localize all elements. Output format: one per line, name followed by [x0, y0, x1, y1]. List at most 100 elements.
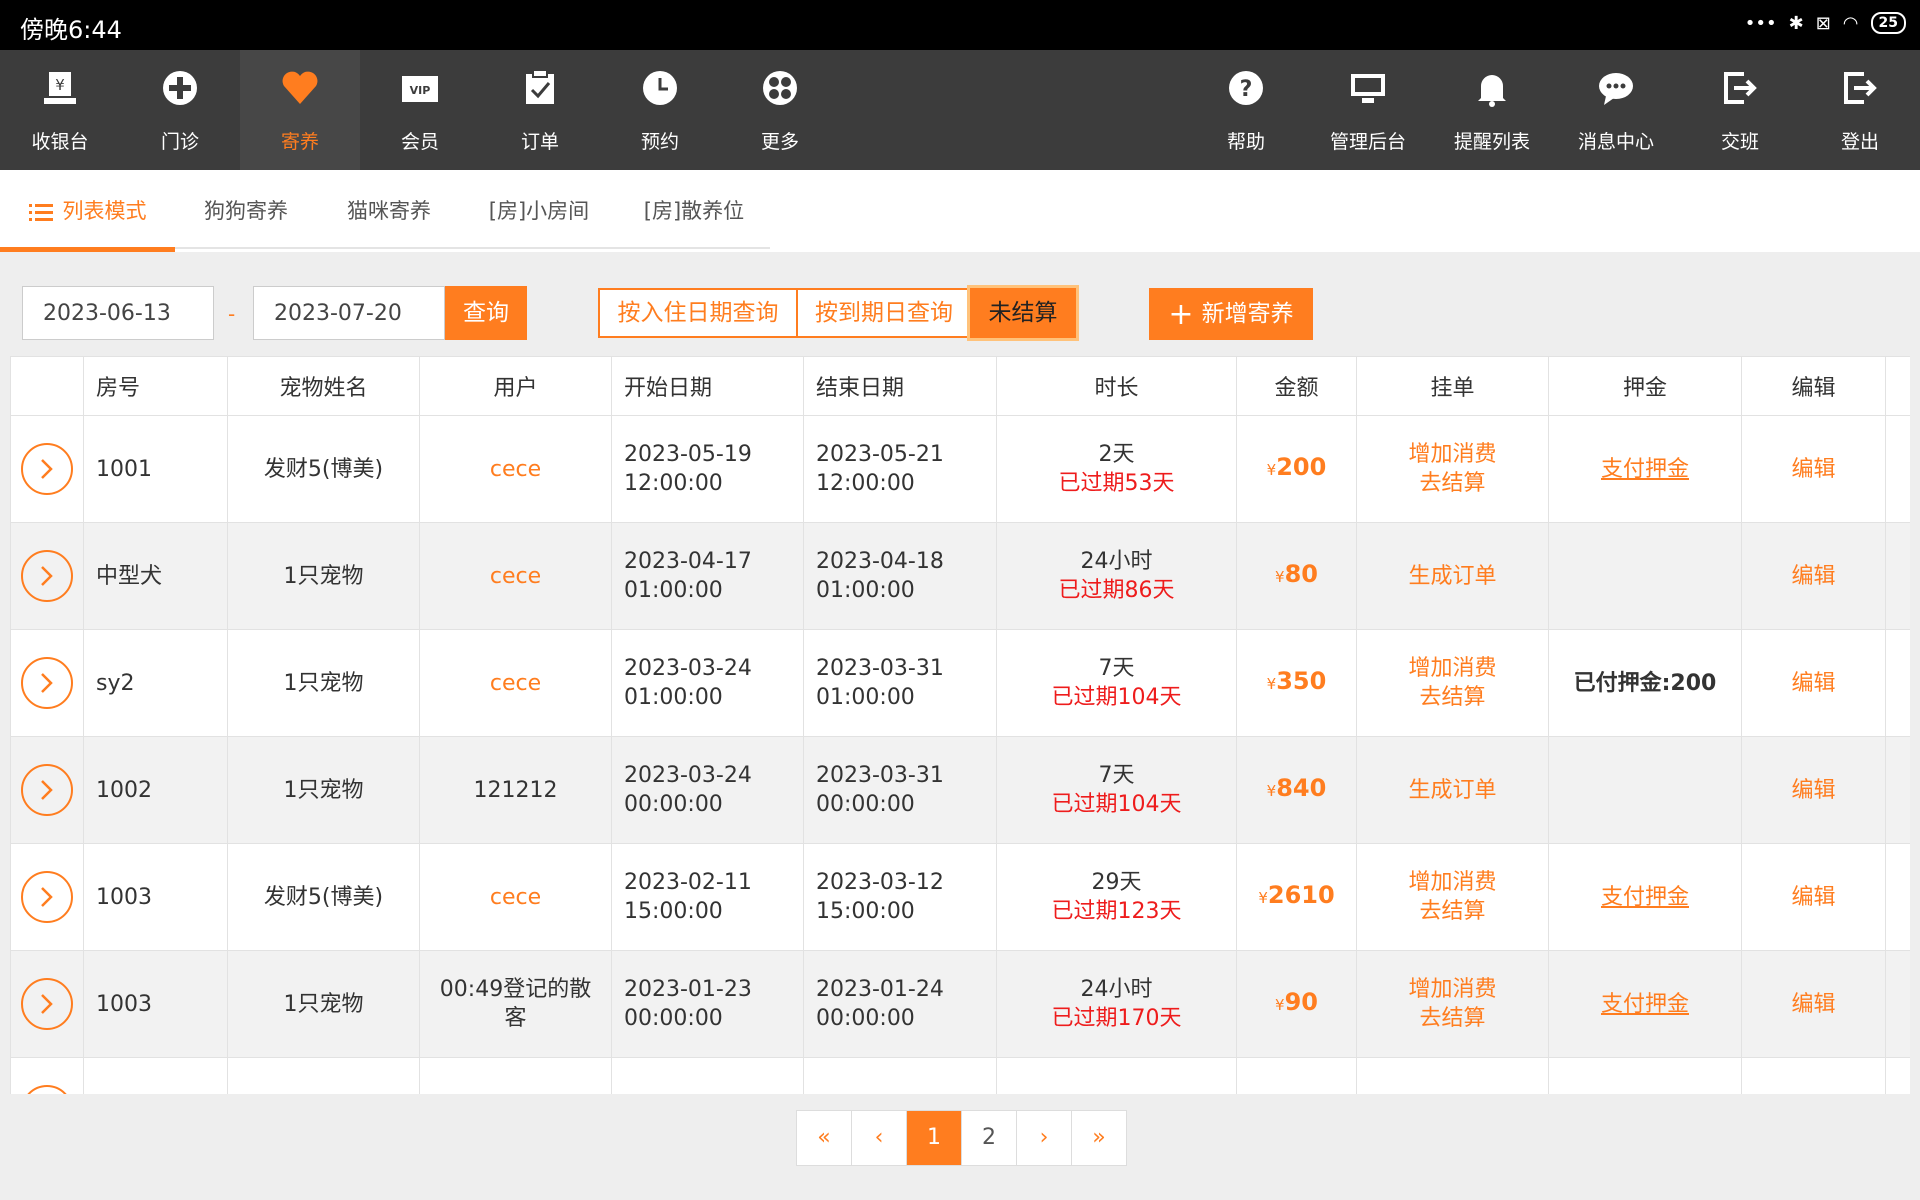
first-page-button[interactable]: « — [797, 1111, 852, 1165]
pet-name: 1只宠物 — [227, 629, 420, 737]
pagination: « ‹ 1 2 › » — [796, 1110, 1127, 1166]
amount-cell: ¥350 — [1236, 629, 1357, 737]
user-name[interactable]: cece — [419, 522, 612, 630]
start-date-cell: 2023-01-21 — [611, 1057, 804, 1094]
edit-button[interactable]: 编辑 — [1791, 778, 1835, 803]
list-icon — [28, 204, 53, 221]
user-name[interactable]: cece — [419, 843, 612, 951]
nav-order[interactable]: 订单 — [480, 50, 600, 170]
end-date-cell: 2023-03-31 01:00:00 — [803, 629, 997, 737]
nav-messages[interactable]: 消息中心 — [1556, 50, 1676, 170]
bill-action-1[interactable]: 增加消费 — [1408, 442, 1496, 467]
pay-deposit-link[interactable]: 支付押金 — [1601, 992, 1689, 1017]
bill-action-2[interactable]: 去结算 — [1419, 685, 1485, 710]
svg-text:VIP: VIP — [410, 84, 431, 97]
seg-checkin-date[interactable]: 按入住日期查询 — [598, 288, 798, 338]
table-row: 中型犬 1只宠物 cece 2023-04-17 01:00:00 2023-04-18 0… — [10, 522, 1910, 630]
page-1-button[interactable]: 1 — [907, 1111, 962, 1165]
query-button[interactable]: 查询 — [445, 286, 527, 340]
edit-button[interactable]: 编辑 — [1791, 885, 1835, 910]
chevron-right-icon — [41, 887, 53, 907]
nav-help[interactable]: ? 帮助 — [1186, 50, 1306, 170]
bill-action-1[interactable]: 增加消费 — [1408, 977, 1496, 1002]
expand-button[interactable] — [21, 764, 73, 816]
pay-deposit-link[interactable]: 支付押金 — [1601, 457, 1689, 482]
bill-action-2[interactable]: 去结算 — [1419, 899, 1485, 924]
expand-button[interactable] — [21, 978, 73, 1030]
bill-action-1[interactable]: 生成订单 — [1408, 778, 1496, 803]
tab-dog-boarding[interactable]: 狗狗寄养 — [175, 170, 317, 252]
col-header: 宠物姓名 — [227, 356, 420, 416]
table-row: 1003 1只宠物 00:49登记的散客 2023-01-23 00:00:00 2023… — [10, 950, 1910, 1058]
start-date-cell: 2023-03-24 01:00:00 — [611, 629, 804, 737]
nav-member[interactable]: VIP 会员 — [360, 50, 480, 170]
nav-reminders[interactable]: 提醒列表 — [1432, 50, 1552, 170]
edit-button[interactable]: 编辑 — [1791, 671, 1835, 696]
bill-cell: 增加消费 去结算 — [1356, 950, 1549, 1058]
nav-logout[interactable]: 登出 — [1800, 50, 1920, 170]
prev-page-button[interactable]: ‹ — [852, 1111, 907, 1165]
tab-free-range[interactable]: [房]散养位 — [617, 170, 771, 252]
expand-button[interactable] — [21, 443, 73, 495]
overdue-text: 已过期104天 — [1051, 792, 1182, 817]
expand-button[interactable] — [21, 657, 73, 709]
start-date-cell: 2023-03-24 00:00:00 — [611, 736, 804, 844]
user-name[interactable]: cece — [419, 415, 612, 523]
start-time: 00:00:00 — [624, 1006, 723, 1031]
bill-action-2[interactable]: 去结算 — [1419, 1006, 1485, 1031]
edit-button[interactable]: 编辑 — [1791, 457, 1835, 482]
nav-admin[interactable]: 管理后台 — [1308, 50, 1428, 170]
expand-button[interactable] — [21, 1085, 73, 1094]
next-page-button[interactable]: › — [1017, 1111, 1072, 1165]
svg-text:¥: ¥ — [55, 76, 65, 94]
tab-list-mode[interactable]: 列表模式 — [0, 170, 175, 252]
end-date-input[interactable]: 2023-07-20 — [253, 286, 445, 340]
tab-cat-boarding[interactable]: 猫咪寄养 — [317, 170, 461, 252]
expand-button[interactable] — [21, 550, 73, 602]
nav-boarding[interactable]: 寄养 — [240, 50, 360, 170]
deposit-cell — [1548, 1057, 1742, 1094]
spacer-cell — [1885, 1057, 1910, 1094]
amount: ¥200 — [1267, 453, 1327, 481]
nav-cashier[interactable]: ¥ 收银台 — [0, 50, 120, 170]
spacer-cell — [1885, 522, 1910, 630]
pet-name — [227, 1057, 420, 1094]
spacer-cell — [1885, 736, 1910, 844]
user-name: 12:16登记的散 — [419, 1057, 612, 1094]
expand-cell — [10, 950, 84, 1058]
seg-due-date[interactable]: 按到期日查询 — [796, 288, 972, 338]
status-time: 傍晚6:44 — [20, 16, 122, 44]
col-header: 挂单 — [1356, 356, 1549, 416]
end-date: 2023-03-12 — [816, 870, 944, 895]
edit-button[interactable]: 编辑 — [1791, 992, 1835, 1017]
bill-action-2[interactable]: 去结算 — [1419, 471, 1485, 496]
bill-action-1[interactable]: 增加消费 — [1408, 656, 1496, 681]
nav-label: 门诊 — [160, 131, 199, 153]
col-header: 时长 — [996, 356, 1237, 416]
nav-appointment[interactable]: 预约 — [600, 50, 720, 170]
nav-clinic[interactable]: 门诊 — [120, 50, 240, 170]
page-2-button[interactable]: 2 — [962, 1111, 1017, 1165]
edit-cell — [1741, 1057, 1886, 1094]
pet-name: 发财5(博美) — [227, 843, 420, 951]
edit-cell: 编辑 — [1741, 522, 1886, 630]
edit-button[interactable]: 编辑 — [1791, 564, 1835, 589]
bill-action-1[interactable]: 增加消费 — [1408, 870, 1496, 895]
nav-handover[interactable]: 交班 — [1680, 50, 1800, 170]
end-date: 2023-05-21 — [816, 442, 944, 467]
user-name[interactable]: cece — [419, 629, 612, 737]
expand-button[interactable] — [21, 871, 73, 923]
end-time: 12:00:00 — [816, 471, 915, 496]
tab-small-room[interactable]: [房]小房间 — [461, 170, 617, 252]
pay-deposit-link[interactable]: 支付押金 — [1601, 885, 1689, 910]
start-date-cell: 2023-05-19 12:00:00 — [611, 415, 804, 523]
seg-unsettled[interactable]: 未结算 — [970, 288, 1076, 338]
nav-more[interactable]: 更多 — [720, 50, 840, 170]
user-name: 121212 — [419, 736, 612, 844]
last-page-button[interactable]: » — [1072, 1111, 1126, 1165]
add-boarding-button[interactable]: + 新增寄养 — [1149, 288, 1313, 340]
start-date-input[interactable]: 2023-06-13 — [22, 286, 214, 340]
bill-action-1[interactable]: 生成订单 — [1408, 564, 1496, 589]
amount-cell: ¥80 — [1236, 522, 1357, 630]
chat-icon — [1599, 73, 1633, 105]
